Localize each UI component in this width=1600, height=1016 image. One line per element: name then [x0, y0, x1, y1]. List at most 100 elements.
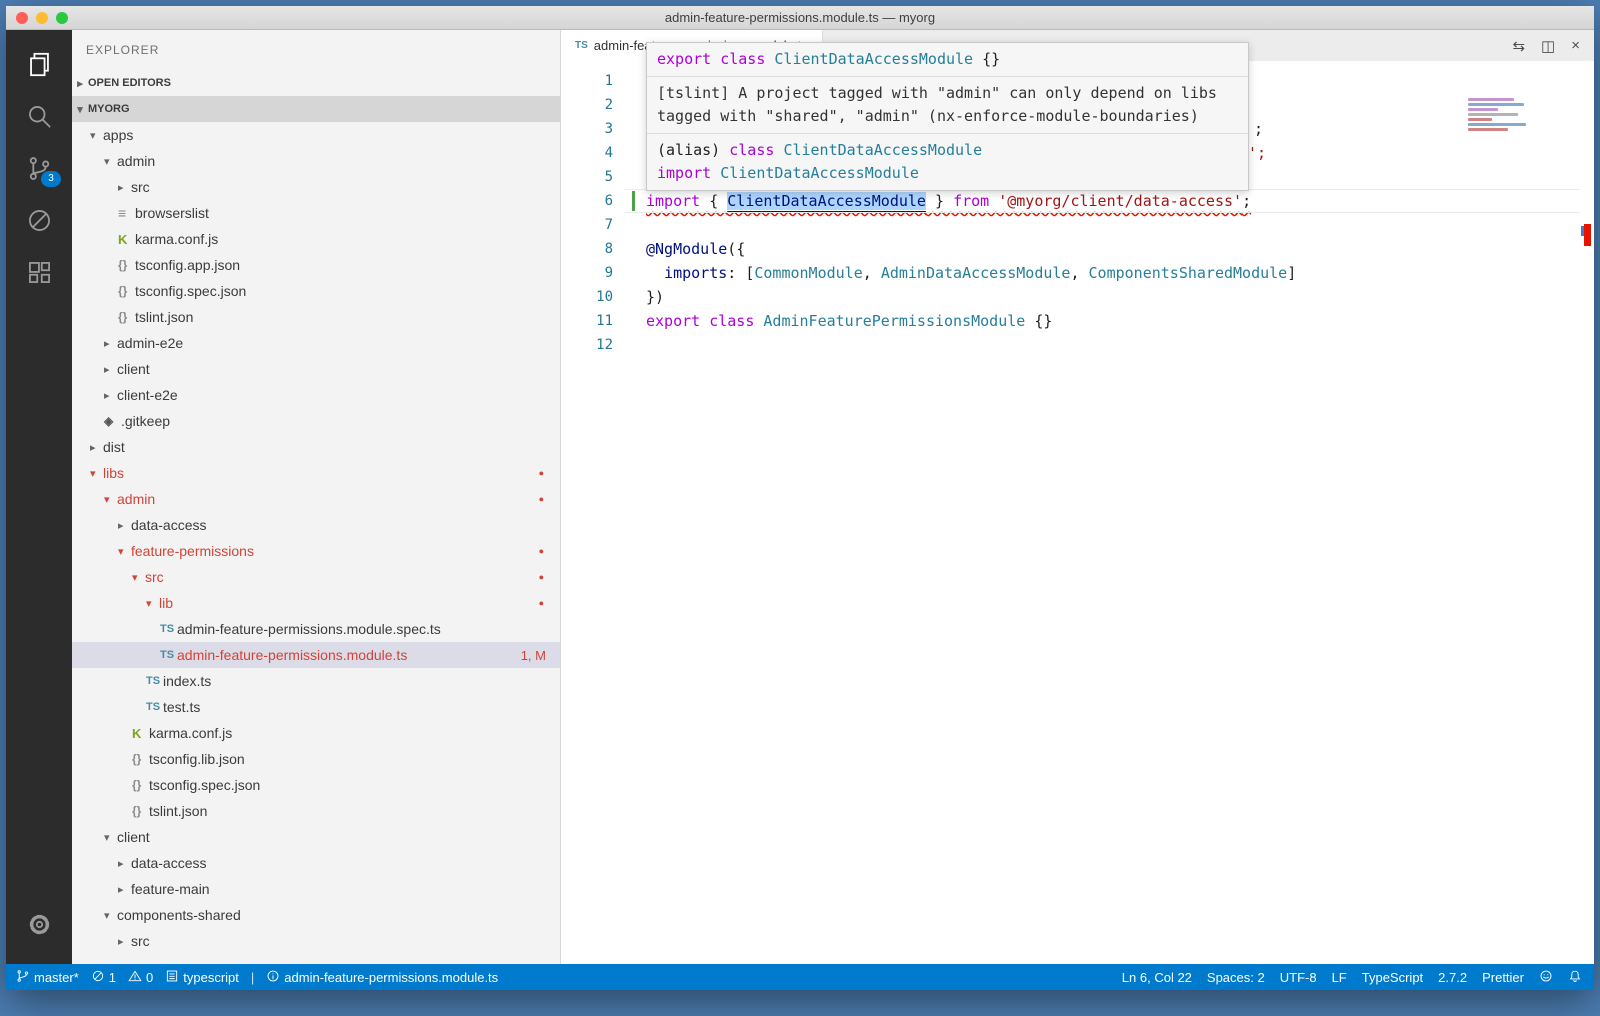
indentation[interactable]: Spaces: 2	[1207, 970, 1265, 985]
linter-status[interactable]: typescript	[165, 969, 239, 986]
tree-item-label: libs	[103, 465, 124, 481]
tree-item-src[interactable]: ▸src	[72, 928, 560, 954]
code-line-12[interactable]: 12	[561, 333, 1594, 357]
search-icon[interactable]	[6, 90, 72, 142]
tree-item-data-access[interactable]: ▸data-access	[72, 512, 560, 538]
folder-arrow-icon: ▾	[104, 831, 117, 844]
notifications[interactable]	[1568, 969, 1582, 986]
overview-ruler[interactable]	[1582, 92, 1594, 964]
tree-item-admin[interactable]: ▾admin●	[72, 486, 560, 512]
folder-arrow-icon: ▾	[118, 545, 131, 558]
tree-item-label: index.ts	[163, 673, 211, 689]
open-editors-section[interactable]: ▸ OPEN EDITORS	[72, 70, 560, 96]
tree-item-tsconfig.lib.json[interactable]: {}tsconfig.lib.json	[72, 746, 560, 772]
explorer-icon[interactable]	[6, 38, 72, 90]
warning-count[interactable]: 0	[128, 969, 153, 986]
warning-count-label: 0	[146, 970, 153, 985]
line-number: 6	[561, 189, 613, 213]
tree-item-apps[interactable]: ▾apps	[72, 122, 560, 148]
file-tree[interactable]: ▾apps▾admin▸src≡browserslistKkarma.conf.…	[72, 122, 560, 964]
close-icon[interactable]: ×	[1571, 37, 1580, 54]
tree-item-admin-feature-permissions.module.ts[interactable]: TSadmin-feature-permissions.module.ts1, …	[72, 642, 560, 668]
tree-item-admin[interactable]: ▾admin	[72, 148, 560, 174]
minimap[interactable]	[1468, 98, 1532, 136]
folder-arrow-icon: ▸	[104, 337, 117, 350]
eol-type[interactable]: LF	[1332, 970, 1347, 985]
folder-arrow-icon: ▸	[90, 441, 103, 454]
activity-bar: 3	[6, 30, 72, 964]
workspace-root-section[interactable]: ▾ MYORG	[72, 96, 560, 122]
tree-item-tsconfig.spec.json[interactable]: {}tsconfig.spec.json	[72, 772, 560, 798]
minimap-line	[1468, 123, 1526, 126]
tree-item-client-e2e[interactable]: ▸client-e2e	[72, 382, 560, 408]
code-line-9[interactable]: 9 imports: [CommonModule, AdminDataAcces…	[561, 261, 1594, 285]
tree-item-tsconfig.app.json[interactable]: {}tsconfig.app.json	[72, 252, 560, 278]
line-number: 5	[561, 165, 613, 189]
warning-icon	[128, 969, 142, 986]
tree-item-label: components-shared	[117, 907, 241, 923]
tab-actions: ⇆ ◫ ×	[1512, 30, 1594, 61]
tree-item-data-access[interactable]: ▸data-access	[72, 850, 560, 876]
tree-item-label: admin-e2e	[117, 335, 183, 351]
feedback[interactable]	[1539, 969, 1553, 986]
tree-item-dist[interactable]: ▸dist	[72, 434, 560, 460]
code-line-11[interactable]: 11export class AdminFeaturePermissionsMo…	[561, 309, 1594, 333]
tree-item-label: lib	[159, 595, 173, 611]
hover-line: [tslint] A project tagged with "admin" c…	[657, 82, 1238, 105]
tree-item-karma.conf.js[interactable]: Kkarma.conf.js	[72, 720, 560, 746]
tree-item-feature-main[interactable]: ▸feature-main	[72, 876, 560, 902]
tree-item-components-shared[interactable]: ▾components-shared	[72, 902, 560, 928]
tree-item-tsconfig.spec.json[interactable]: {}tsconfig.spec.json	[72, 278, 560, 304]
extensions-icon[interactable]	[6, 246, 72, 298]
karma-icon: K	[132, 726, 149, 741]
code-line-10[interactable]: 10})	[561, 285, 1594, 309]
encoding[interactable]: UTF-8	[1280, 970, 1317, 985]
tree-item-client[interactable]: ▾client	[72, 824, 560, 850]
open-changes-icon[interactable]: ⇆	[1512, 37, 1525, 55]
tree-item-libs[interactable]: ▾libs●	[72, 460, 560, 486]
code-line-8[interactable]: 8@NgModule({	[561, 237, 1594, 261]
hover-section-1: export class ClientDataAccessModule {}	[647, 43, 1248, 76]
tree-item-admin-feature-permissions.module.spec.ts[interactable]: TSadmin-feature-permissions.module.spec.…	[72, 616, 560, 642]
code-line-6[interactable]: 6import { ClientDataAccessModule } from …	[561, 189, 1594, 213]
code-editor[interactable]: 123;4';56import { ClientDataAccessModule…	[561, 61, 1594, 964]
error-count[interactable]: 1	[91, 969, 116, 986]
tree-item-src[interactable]: ▾src●	[72, 564, 560, 590]
tree-item-.gitkeep[interactable]: ◈.gitkeep	[72, 408, 560, 434]
active-file-indicator[interactable]: admin-feature-permissions.module.ts	[266, 969, 498, 986]
scm-badge: 3	[41, 171, 61, 187]
tree-item-admin-e2e[interactable]: ▸admin-e2e	[72, 330, 560, 356]
status-bar: master*10typescript|admin-feature-permis…	[6, 964, 1594, 990]
code-text	[613, 213, 646, 237]
explorer-sidebar: EXPLORER ▸ OPEN EDITORS ▾ MYORG ▾apps▾ad…	[72, 30, 561, 964]
title-bar[interactable]: admin-feature-permissions.module.ts — my…	[6, 6, 1594, 30]
tree-item-browserslist[interactable]: ≡browserslist	[72, 200, 560, 226]
tree-item-label: client-e2e	[117, 387, 178, 403]
tree-item-karma.conf.js[interactable]: Kkarma.conf.js	[72, 226, 560, 252]
language-mode[interactable]: TypeScript	[1362, 970, 1423, 985]
cursor-position[interactable]: Ln 6, Col 22	[1122, 970, 1192, 985]
tree-item-test.ts[interactable]: TStest.ts	[72, 694, 560, 720]
tree-item-index.ts[interactable]: TSindex.ts	[72, 668, 560, 694]
tree-item-label: admin	[117, 491, 155, 507]
debug-icon[interactable]	[6, 194, 72, 246]
line-number: 11	[561, 309, 613, 333]
code-text: imports: [CommonModule, AdminDataAccessM…	[613, 261, 1296, 285]
tree-item-tslint.json[interactable]: {}tslint.json	[72, 798, 560, 824]
formatter[interactable]: Prettier	[1482, 970, 1524, 985]
settings-gear-icon[interactable]	[6, 898, 72, 950]
ts-icon: TS	[160, 649, 177, 661]
editor-area: TS admin-feature-permissions.module.ts ⇆…	[561, 30, 1594, 964]
hover-line: export class ClientDataAccessModule {}	[657, 48, 1238, 71]
source-control-icon[interactable]: 3	[6, 142, 72, 194]
tree-item-feature-permissions[interactable]: ▾feature-permissions●	[72, 538, 560, 564]
code-line-7[interactable]: 7	[561, 213, 1594, 237]
tree-item-tslint.json[interactable]: {}tslint.json	[72, 304, 560, 330]
tree-item-src[interactable]: ▸src	[72, 174, 560, 200]
tree-item-lib[interactable]: ▾lib●	[72, 590, 560, 616]
split-editor-icon[interactable]: ◫	[1541, 37, 1555, 55]
tree-item-client[interactable]: ▸client	[72, 356, 560, 382]
git-branch-indicator[interactable]: master*	[16, 969, 79, 986]
ts-version[interactable]: 2.7.2	[1438, 970, 1467, 985]
vscode-window: admin-feature-permissions.module.ts — my…	[6, 6, 1594, 990]
